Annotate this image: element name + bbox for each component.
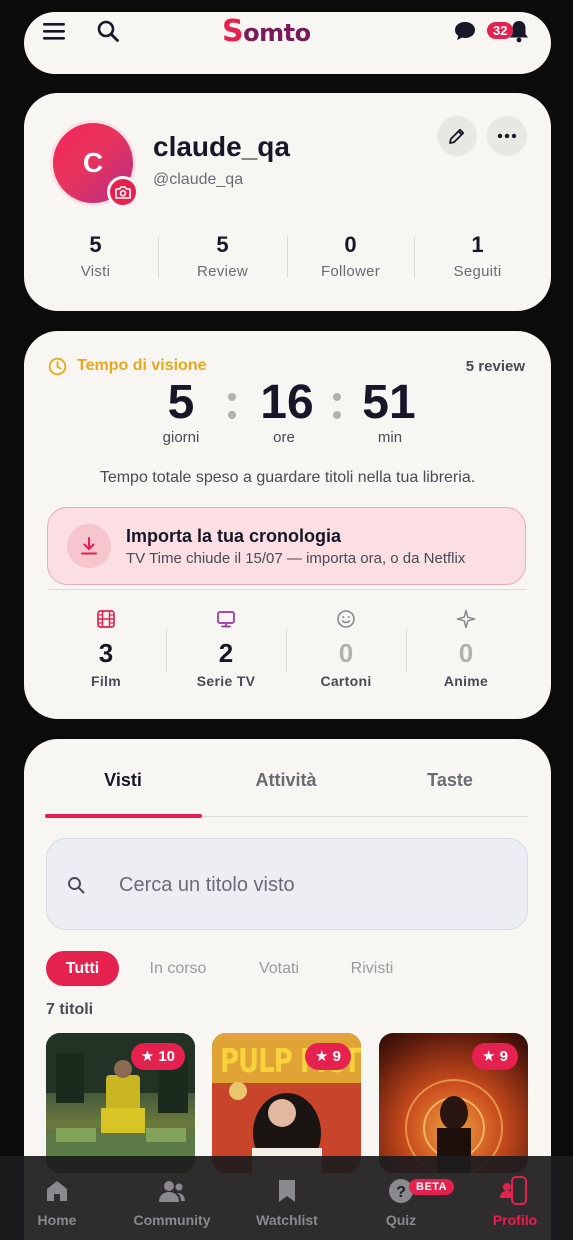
search-input[interactable]: [119, 869, 509, 901]
category-cartoni[interactable]: 0 Cartoni: [286, 608, 406, 689]
filter-tutti[interactable]: Tutti: [46, 951, 119, 986]
user-handle: @claude_qa: [153, 171, 244, 188]
camera-icon[interactable]: [107, 176, 139, 208]
category-film[interactable]: 3 Film: [46, 608, 166, 689]
stat-seguiti[interactable]: 1 Seguiti: [414, 232, 541, 280]
clock-icon: [48, 357, 67, 381]
nav-community[interactable]: Community: [122, 1176, 222, 1228]
rating-badge: ★ 10: [130, 1043, 185, 1070]
hours-label: ore: [273, 429, 295, 446]
hours-value: 16: [260, 376, 314, 429]
menu-icon[interactable]: [40, 17, 68, 45]
days-value: 5: [167, 376, 195, 429]
reviews-count: 5 review: [465, 358, 525, 375]
nav-home[interactable]: Home: [7, 1176, 107, 1228]
beta-badge: BETA: [409, 1179, 455, 1195]
film-icon: [46, 608, 166, 630]
profile-icon: [465, 1176, 565, 1206]
minutes-value: 51: [362, 376, 416, 429]
app-logo[interactable]: Somto: [222, 14, 311, 49]
active-tab-indicator: [45, 814, 202, 818]
category-anime[interactable]: 0 Anime: [406, 608, 526, 689]
days-label: giorni: [162, 429, 200, 446]
time-separator: [228, 393, 236, 429]
more-options-button[interactable]: [487, 116, 527, 156]
divider: [48, 589, 526, 590]
stat-follower[interactable]: 0 Follower: [287, 232, 414, 280]
category-serie-tv[interactable]: 2 Serie TV: [166, 608, 286, 689]
import-history-banner[interactable]: Importa la tua cronologia TV Time chiude…: [47, 507, 526, 585]
watch-time-title: Tempo di visione: [77, 357, 207, 374]
poster-oppenheimer[interactable]: ★ 9: [379, 1033, 528, 1173]
stat-review[interactable]: 5 Review: [159, 232, 286, 280]
username: claude_qa: [153, 131, 290, 162]
nav-profilo[interactable]: Profilo: [465, 1176, 565, 1228]
tv-icon: [166, 608, 286, 630]
poster-breaking-bad[interactable]: ★ 10: [46, 1033, 195, 1173]
stat-visti[interactable]: 5 Visti: [32, 232, 159, 280]
poster-pulp-fiction[interactable]: PULP FICTI ★ 9: [212, 1033, 361, 1173]
chat-icon[interactable]: [451, 17, 479, 45]
community-icon: [122, 1176, 222, 1206]
sparkle-icon: [406, 608, 526, 630]
titles-count: 7 titoli: [46, 1001, 94, 1018]
tab-taste[interactable]: Taste: [370, 770, 530, 791]
notification-badge[interactable]: 32: [487, 22, 514, 39]
nav-watchlist[interactable]: Watchlist: [237, 1176, 337, 1228]
minutes-label: min: [377, 429, 403, 446]
import-subtitle: TV Time chiude il 15/07 — importa ora, o…: [126, 550, 466, 567]
time-separator: [333, 393, 341, 429]
rating-badge: ★ 9: [305, 1043, 351, 1070]
edit-profile-button[interactable]: [437, 116, 477, 156]
watch-time-description: Tempo totale speso a guardare titoli nel…: [99, 469, 476, 486]
tab-visti[interactable]: Visti: [43, 770, 203, 791]
pencil-icon: [449, 128, 465, 144]
search-icon: [67, 876, 85, 899]
home-icon: [7, 1176, 107, 1206]
filter-in-corso[interactable]: In corso: [136, 951, 220, 986]
search-box[interactable]: [46, 838, 528, 930]
filter-votati[interactable]: Votati: [244, 951, 314, 986]
svg-text:?: ?: [396, 1184, 406, 1201]
import-title: Importa la tua cronologia: [126, 526, 342, 546]
more-icon: [497, 133, 517, 139]
download-icon: [67, 524, 111, 568]
rating-badge: ★ 9: [472, 1043, 518, 1070]
bookmark-icon: [237, 1176, 337, 1206]
tab-attivita[interactable]: Attività: [206, 770, 366, 791]
search-icon[interactable]: [94, 17, 122, 45]
filter-rivisti[interactable]: Rivisti: [336, 951, 408, 986]
smiley-icon: [286, 608, 406, 630]
